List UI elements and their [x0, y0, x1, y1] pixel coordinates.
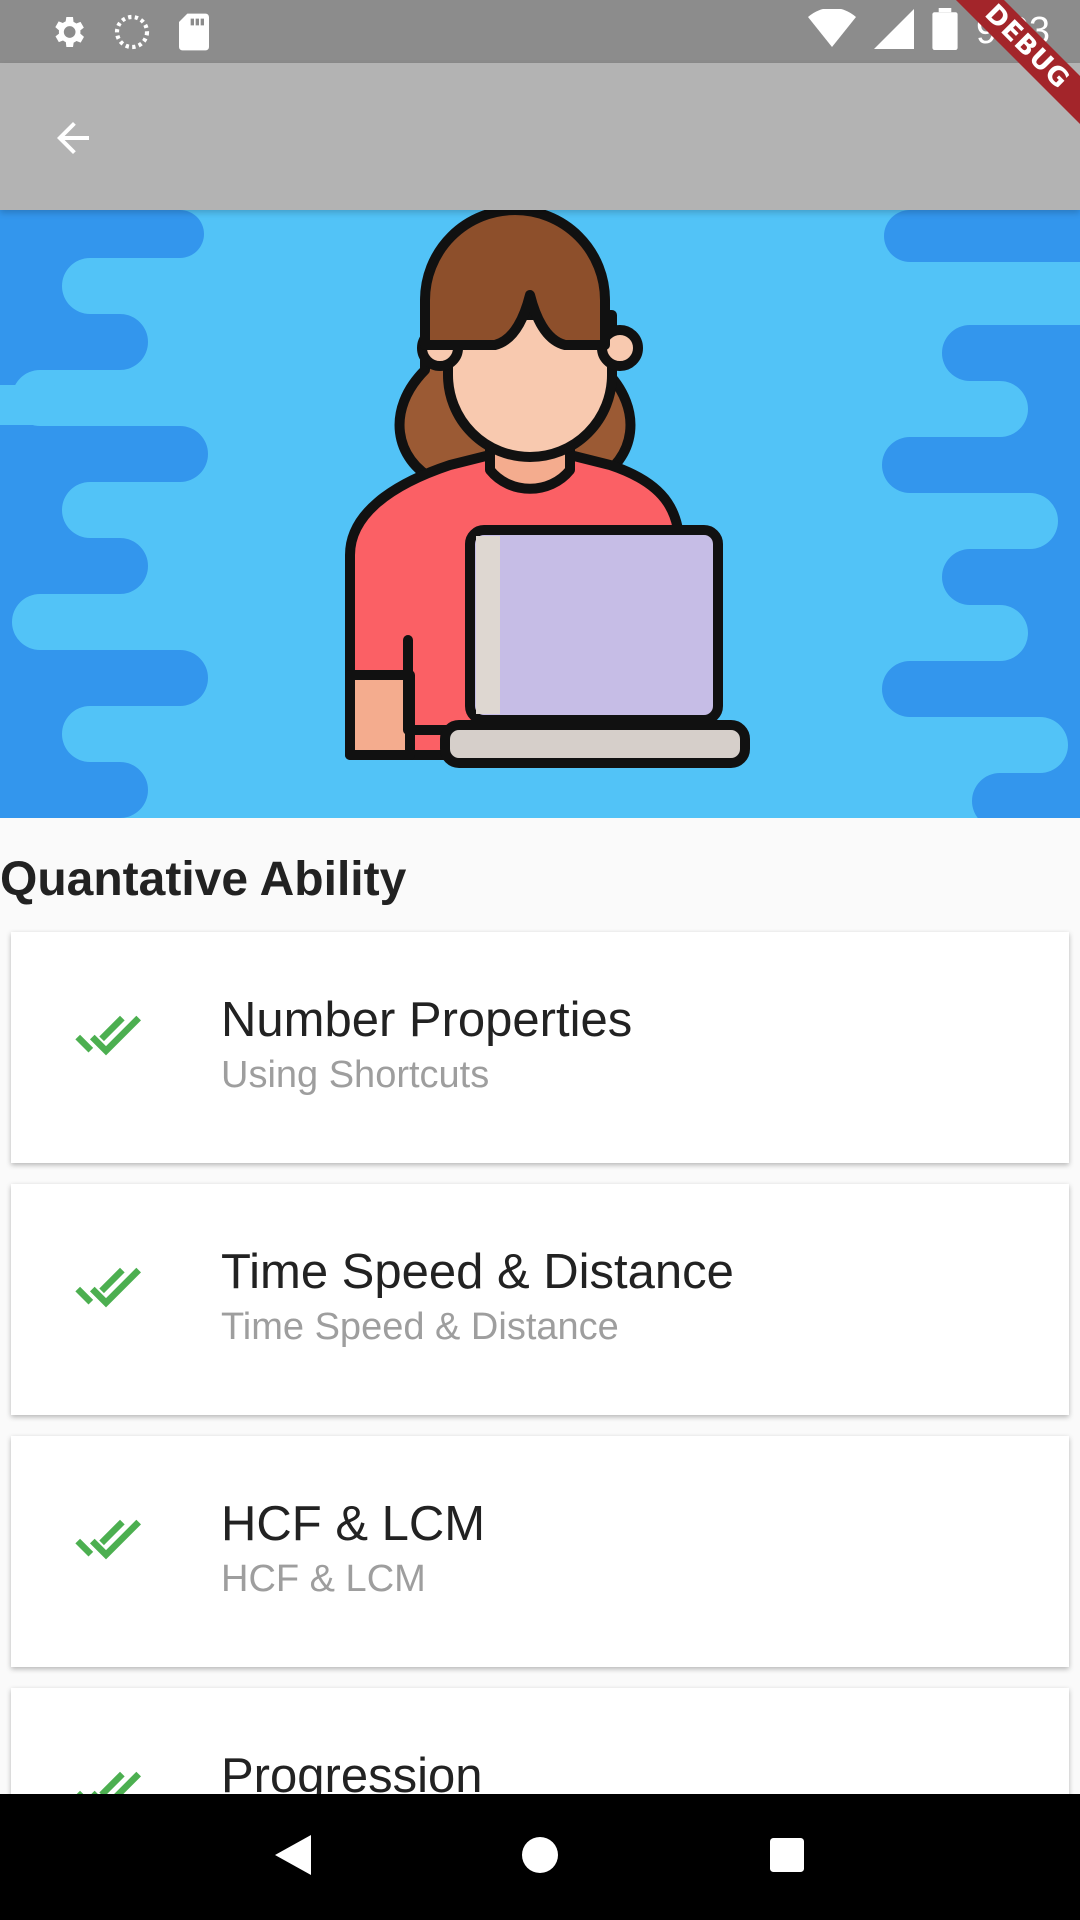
right-wave-pattern [882, 210, 1080, 818]
back-triangle-icon [275, 1834, 312, 1880]
nav-back-button[interactable] [263, 1827, 323, 1887]
back-button[interactable] [38, 105, 108, 175]
topic-subtitle: Using Shortcuts [221, 1054, 490, 1096]
topic-card[interactable]: Number Properties Using Shortcuts [11, 932, 1069, 1163]
topic-subtitle: Time Speed & Distance [221, 1306, 619, 1348]
home-circle-icon [521, 1836, 558, 1878]
signal-icon [874, 9, 915, 54]
double-check-icon [71, 1252, 141, 1322]
left-wave-pattern [0, 210, 208, 818]
system-nav-bar [0, 1794, 1080, 1920]
hero-banner [0, 210, 1080, 818]
topic-title: Time Speed & Distance [221, 1245, 734, 1299]
recents-square-icon [769, 1837, 804, 1877]
topic-list: Number Properties Using Shortcuts Time S… [11, 932, 1069, 1920]
wifi-icon [808, 7, 857, 54]
double-check-icon [71, 1000, 141, 1070]
status-left-icons [48, 12, 212, 57]
battery-icon [932, 8, 958, 55]
sync-icon [112, 12, 152, 57]
topic-title: Number Properties [221, 993, 633, 1047]
settings-icon [48, 12, 88, 57]
section-title: Quantative Ability [0, 853, 407, 906]
double-check-icon [71, 1504, 141, 1574]
woman-with-laptop-illustration [345, 210, 750, 768]
topic-subtitle: HCF & LCM [221, 1558, 426, 1600]
status-bar: 9:03 [0, 0, 1080, 63]
topic-card[interactable]: HCF & LCM HCF & LCM [11, 1436, 1069, 1667]
status-time: 9:03 [976, 10, 1050, 52]
topic-card[interactable]: Time Speed & Distance Time Speed & Dista… [11, 1184, 1069, 1415]
arrow-back-icon [49, 114, 97, 167]
topic-title: HCF & LCM [221, 1497, 486, 1551]
status-right-icons: 9:03 [808, 7, 1050, 55]
app-bar [0, 63, 1080, 210]
hero-illustration [0, 210, 1080, 818]
nav-recents-button[interactable] [757, 1827, 817, 1887]
nav-home-button[interactable] [510, 1827, 570, 1887]
sd-card-icon [176, 12, 212, 57]
